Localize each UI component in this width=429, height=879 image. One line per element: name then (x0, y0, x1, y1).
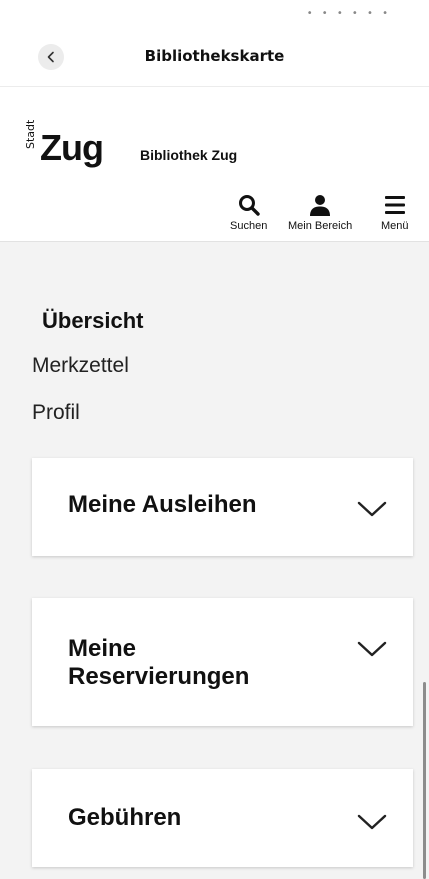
status-bar: • • • • • • (0, 0, 429, 28)
card-fees[interactable]: Gebühren (32, 769, 413, 867)
subnav-overview[interactable]: Übersicht (42, 308, 143, 334)
nav-menu-label: Menü (381, 220, 409, 232)
scrollbar[interactable] (423, 682, 426, 879)
nav-search[interactable]: Suchen (230, 193, 267, 232)
search-icon (238, 195, 260, 216)
nav-menu[interactable]: Menü (381, 193, 409, 232)
main-content: Übersicht Merkzettel Profil Meine Auslei… (0, 242, 429, 879)
user-icon (310, 195, 331, 216)
status-icons: • • • • • • (306, 8, 391, 19)
chevron-down-icon[interactable] (357, 813, 387, 831)
nav-account-label: Mein Bereich (288, 220, 353, 232)
subnav-notes[interactable]: Merkzettel (32, 354, 129, 378)
card-my-loans[interactable]: Meine Ausleihen (32, 458, 413, 556)
card-title: Gebühren (68, 804, 182, 831)
card-my-reservations[interactable]: Meine Reservierungen (32, 598, 413, 726)
hamburger-menu-icon (384, 196, 405, 214)
chevron-down-icon[interactable] (357, 640, 387, 658)
chevron-down-icon[interactable] (357, 500, 387, 518)
library-name: Bibliothek Zug (140, 147, 238, 163)
card-title: Meine Ausleihen (68, 491, 257, 518)
nav-search-label: Suchen (230, 220, 268, 232)
app-title: Bibliothekskarte (144, 47, 285, 65)
app-bar: Bibliothekskarte (0, 28, 429, 87)
card-title: Meine Reservierungen (68, 635, 250, 690)
logo-stadt-text: Stadt (24, 119, 37, 149)
site-header: Stadt Zug Bibliothek Zug Suchen Mein Ber… (0, 87, 429, 242)
nav-account[interactable]: Mein Bereich (288, 193, 352, 232)
subnav-profile[interactable]: Profil (32, 401, 80, 425)
logo-zug[interactable]: Zug (40, 127, 104, 169)
